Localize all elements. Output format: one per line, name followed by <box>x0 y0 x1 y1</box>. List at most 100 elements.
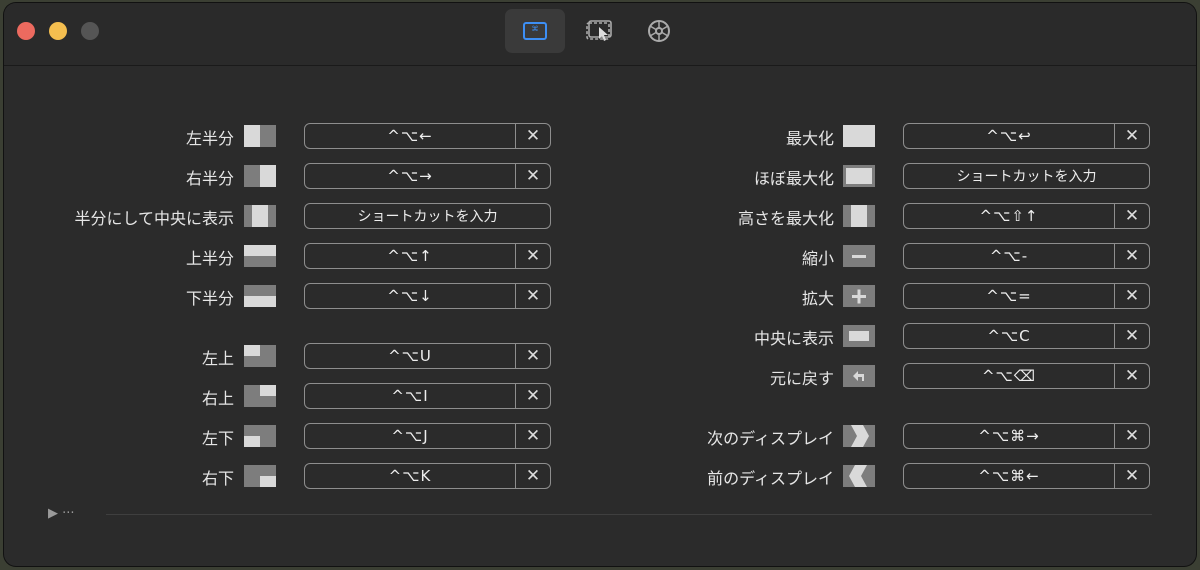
shortcut-recorder[interactable]: ショートカットを入力 <box>304 203 551 229</box>
bottom-half-icon <box>244 285 276 307</box>
center-half-icon <box>244 205 276 227</box>
shortcut-value[interactable]: ^⌥U <box>305 344 515 368</box>
right-shortcut-label: 元に戻す <box>769 369 834 388</box>
keyboard-shortcut-icon: ⌘ <box>523 22 547 40</box>
prev-display-icon <box>843 465 875 487</box>
shortcut-recorder[interactable]: ^⌥↑ ✕ <box>304 243 551 269</box>
shortcut-recorder[interactable]: ^⌥U ✕ <box>304 343 551 369</box>
shortcuts-panel: 左半分 ^⌥← ✕ 右半分 ^⌥→ ✕ 半分にして中央に表示 ショートカットを入力 上半分 ^⌥↑… <box>4 66 1196 566</box>
clear-shortcut-button[interactable]: ✕ <box>1114 284 1149 308</box>
shortcut-recorder[interactable]: ^⌥K ✕ <box>304 463 551 489</box>
clear-shortcut-button[interactable]: ✕ <box>515 164 550 188</box>
shortcut-recorder[interactable]: ^⌥I ✕ <box>304 383 551 409</box>
left-shortcut-label: 右半分 <box>185 169 234 188</box>
clear-shortcut-button[interactable]: ✕ <box>515 284 550 308</box>
shortcut-value[interactable]: ^⌥I <box>305 384 515 408</box>
clear-shortcut-button[interactable]: ✕ <box>1114 464 1149 488</box>
right-shortcut-label: 最大化 <box>785 129 834 148</box>
left-shortcut-label: 左半分 <box>185 129 234 148</box>
clear-shortcut-button[interactable]: ✕ <box>515 384 550 408</box>
svg-text:⌘: ⌘ <box>532 25 539 33</box>
shortcut-recorder[interactable]: ^⌥⌫ ✕ <box>903 363 1150 389</box>
clear-shortcut-button[interactable]: ✕ <box>1114 364 1149 388</box>
shortcut-value[interactable]: ^⌥→ <box>305 164 515 188</box>
close-window-button[interactable] <box>17 22 35 40</box>
shortcut-recorder[interactable]: ^⌥↓ ✕ <box>304 283 551 309</box>
left-shortcut-label: 左上 <box>201 349 234 368</box>
clear-shortcut-button[interactable]: ✕ <box>1114 424 1149 448</box>
clear-shortcut-button[interactable]: ✕ <box>1114 324 1149 348</box>
shortcut-recorder[interactable]: ^⌥← ✕ <box>304 123 551 149</box>
tab-keyboard-shortcuts[interactable]: ⌘ <box>505 9 565 53</box>
shortcut-recorder[interactable]: ^⌥⌘→ ✕ <box>903 423 1150 449</box>
tab-general-settings[interactable] <box>629 9 689 53</box>
preferences-window: ⌘ 左半分 ^⌥← ✕ 右半分 ^⌥→ ✕ 半分にして中央に表示 ショートカットを入力 上半分 ^… <box>4 3 1196 566</box>
clear-shortcut-button[interactable]: ✕ <box>515 344 550 368</box>
next-display-icon <box>843 425 875 447</box>
shortcut-value[interactable]: ^⌥- <box>904 244 1114 268</box>
shortcut-recorder[interactable]: ショートカットを入力 <box>903 163 1150 189</box>
left-shortcut-label: 左下 <box>201 429 234 448</box>
right-shortcut-label: 高さを最大化 <box>737 209 834 228</box>
shortcut-recorder[interactable]: ^⌥= ✕ <box>903 283 1150 309</box>
maximize-height-icon <box>843 205 875 227</box>
disclosure-toggle[interactable]: ▶ ··· <box>48 506 75 521</box>
right-shortcut-label: 拡大 <box>801 289 834 308</box>
minimize-window-button[interactable] <box>49 22 67 40</box>
shortcut-recorder[interactable]: ^⌥⌘← ✕ <box>903 463 1150 489</box>
right-half-icon <box>244 165 276 187</box>
top-right-icon <box>244 385 276 407</box>
right-shortcut-label: 縮小 <box>801 249 834 268</box>
enlarge-icon <box>843 285 875 307</box>
clear-shortcut-button[interactable]: ✕ <box>515 244 550 268</box>
shrink-icon <box>843 245 875 267</box>
shortcut-recorder[interactable]: ^⌥⇧↑ ✕ <box>903 203 1150 229</box>
title-bar: ⌘ <box>4 3 1196 66</box>
left-shortcut-label: 右下 <box>201 469 234 488</box>
window-cursor-icon <box>586 20 612 41</box>
shortcut-value[interactable]: ^⌥← <box>305 124 515 148</box>
left-shortcut-label: 上半分 <box>185 249 234 268</box>
shortcut-value[interactable]: ショートカットを入力 <box>305 204 550 228</box>
shortcut-recorder[interactable]: ^⌥→ ✕ <box>304 163 551 189</box>
zoom-window-button[interactable] <box>81 22 99 40</box>
shortcut-value[interactable]: ^⌥⇧↑ <box>904 204 1114 228</box>
shortcut-recorder[interactable]: ^⌥- ✕ <box>903 243 1150 269</box>
left-shortcut-label: 下半分 <box>185 289 234 308</box>
shortcut-value[interactable]: ^⌥↓ <box>305 284 515 308</box>
clear-shortcut-button[interactable]: ✕ <box>1114 244 1149 268</box>
bottom-left-icon <box>244 425 276 447</box>
maximize-icon <box>843 125 875 147</box>
shortcut-recorder[interactable]: ^⌥C ✕ <box>903 323 1150 349</box>
clear-shortcut-button[interactable]: ✕ <box>1114 204 1149 228</box>
left-shortcut-label: 右上 <box>201 389 234 408</box>
right-shortcut-label: ほぼ最大化 <box>753 169 834 188</box>
shortcut-recorder[interactable]: ^⌥J ✕ <box>304 423 551 449</box>
shortcut-value[interactable]: ^⌥⌘← <box>904 464 1114 488</box>
left-shortcut-label: 半分にして中央に表示 <box>74 209 234 228</box>
shortcut-value[interactable]: ^⌥= <box>904 284 1114 308</box>
restore-icon <box>843 365 875 387</box>
shortcut-value[interactable]: ^⌥K <box>305 464 515 488</box>
almost-maximize-icon <box>843 165 875 187</box>
left-half-icon <box>244 125 276 147</box>
clear-shortcut-button[interactable]: ✕ <box>515 424 550 448</box>
clear-shortcut-button[interactable]: ✕ <box>1114 124 1149 148</box>
shortcut-value[interactable]: ^⌥↑ <box>305 244 515 268</box>
shortcut-value[interactable]: ^⌥⌘→ <box>904 424 1114 448</box>
clear-shortcut-button[interactable]: ✕ <box>515 124 550 148</box>
shortcut-recorder[interactable]: ^⌥↩ ✕ <box>903 123 1150 149</box>
shortcut-value[interactable]: ^⌥J <box>305 424 515 448</box>
divider <box>106 514 1152 515</box>
shortcut-value[interactable]: ^⌥↩ <box>904 124 1114 148</box>
top-half-icon <box>244 245 276 267</box>
gear-icon <box>648 20 670 42</box>
right-shortcut-label: 前のディスプレイ <box>707 469 834 488</box>
shortcut-value[interactable]: ショートカットを入力 <box>904 164 1149 188</box>
clear-shortcut-button[interactable]: ✕ <box>515 464 550 488</box>
tab-snap-areas[interactable] <box>569 9 629 53</box>
shortcut-value[interactable]: ^⌥C <box>904 324 1114 348</box>
shortcut-value[interactable]: ^⌥⌫ <box>904 364 1114 388</box>
top-left-icon <box>244 345 276 367</box>
right-shortcut-label: 中央に表示 <box>753 329 834 348</box>
